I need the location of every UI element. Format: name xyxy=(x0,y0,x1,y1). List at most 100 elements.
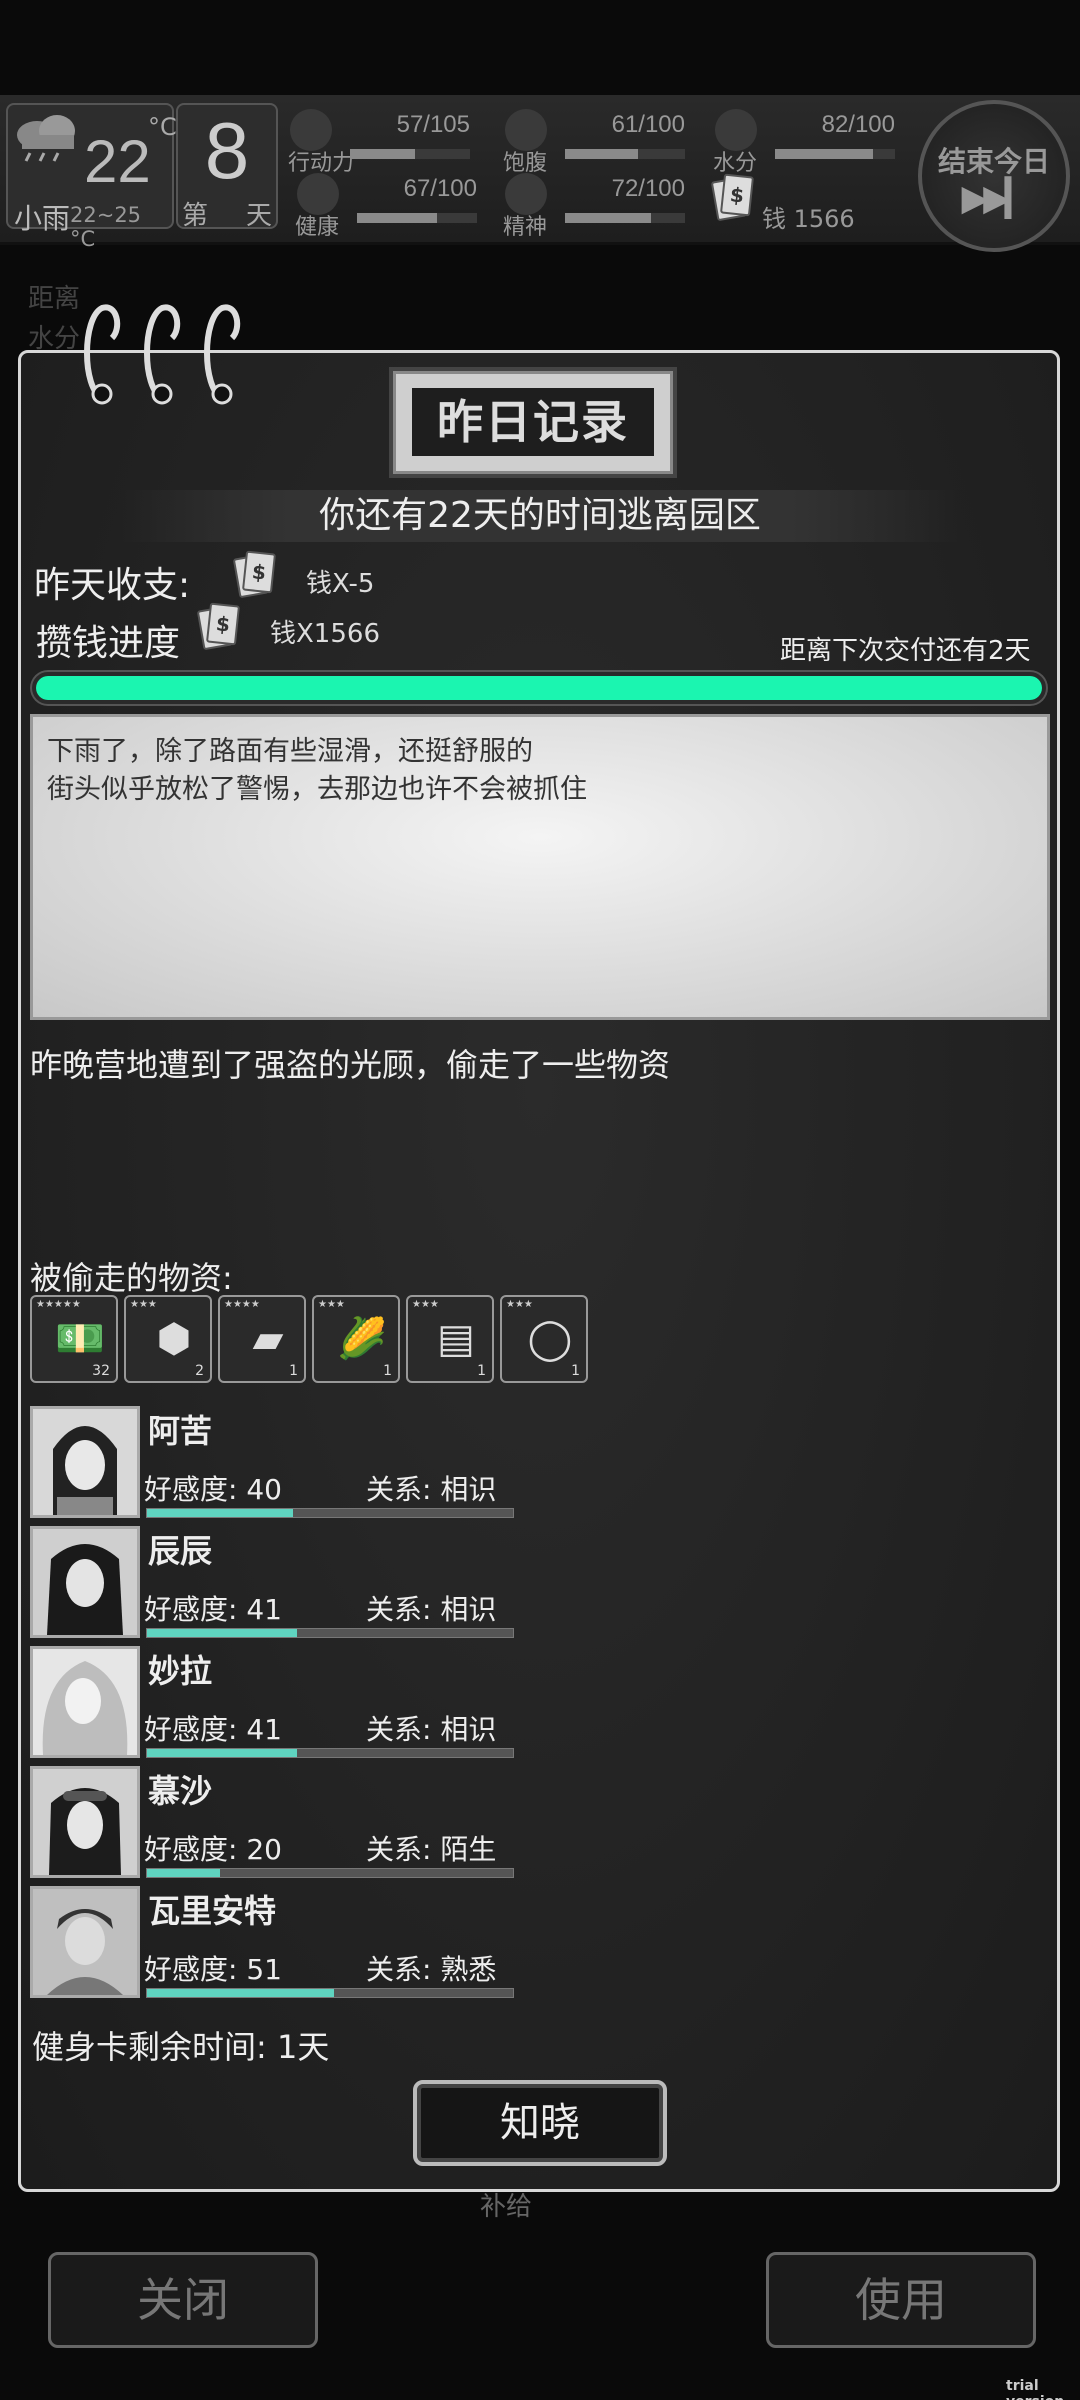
stolen-item-ring[interactable]: ★★★ ◯ 1 xyxy=(500,1295,588,1383)
item-quantity: 32 xyxy=(92,1363,110,1379)
temperature: 22 xyxy=(84,128,151,195)
day-counter: 8 第 天 xyxy=(176,103,278,231)
stat-bar xyxy=(775,149,895,159)
stat-value: 72/100 xyxy=(611,175,685,202)
savings-label: 攒钱进度 xyxy=(36,623,181,664)
favor-bar xyxy=(146,1508,514,1518)
day-suffix: 天 xyxy=(245,201,272,231)
npc-portrait xyxy=(30,1766,140,1878)
item-quantity: 1 xyxy=(289,1363,298,1379)
day-prefix: 第 xyxy=(182,201,209,231)
ring-icon: ◯ xyxy=(527,1316,573,1362)
npc-row[interactable]: 瓦里安特 好感度: 51 关系: 熟悉 xyxy=(30,1886,520,2000)
cash-icon: $ xyxy=(232,550,277,599)
temperature-range: 22~25 °C xyxy=(70,203,142,251)
item-quantity: 1 xyxy=(383,1363,392,1379)
item-quantity: 1 xyxy=(571,1363,580,1379)
npc-row[interactable]: 阿苦 好感度: 40 关系: 相识 xyxy=(30,1406,520,1520)
item-quantity: 1 xyxy=(477,1363,486,1379)
ticket-icon: ▤ xyxy=(437,1316,475,1362)
ore-icon: ⬢ xyxy=(156,1316,192,1362)
npc-name: 阿苦 xyxy=(148,1412,213,1450)
stat-health: 健康 67/100 xyxy=(295,173,477,240)
cash-icon: 💵 xyxy=(55,1316,105,1362)
npc-row[interactable]: 辰辰 好感度: 41 关系: 相识 xyxy=(30,1526,520,1640)
stat-value: 67/100 xyxy=(403,175,477,202)
npc-portrait xyxy=(30,1406,140,1518)
end-day-label: 结束今日 xyxy=(937,145,1050,178)
metal-bar-icon: ▰ xyxy=(252,1316,284,1362)
npc-favor: 好感度: 20 xyxy=(144,1833,282,1866)
npc-row[interactable]: 妙拉 好感度: 41 关系: 相识 xyxy=(30,1646,520,1760)
savings-progress-bar xyxy=(32,672,1046,704)
stolen-item-ticket[interactable]: ★★★ ▤ 1 xyxy=(406,1295,494,1383)
favor-bar xyxy=(146,1868,514,1878)
npc-portrait xyxy=(30,1526,140,1638)
rain-cloud-icon xyxy=(17,115,75,162)
npc-relation: 关系: 陌生 xyxy=(366,1833,497,1866)
cash-icon: $ xyxy=(196,602,241,651)
event-message: 昨晚营地遭到了强盗的光顾，偷走了一些物资 xyxy=(30,1046,671,1084)
stat-stamina: 行动力 57/105 xyxy=(288,109,470,176)
npc-relation: 关系: 相识 xyxy=(366,1473,497,1506)
dialog-title-plate: 昨日记录 xyxy=(393,371,673,474)
stat-label: 健康 xyxy=(295,215,340,240)
income-label: 昨天收支: xyxy=(34,565,191,606)
stat-value: 61/100 xyxy=(611,111,685,138)
use-button[interactable]: 使用 xyxy=(766,2252,1036,2348)
cash-icon: $ xyxy=(710,173,755,222)
diary-note: 下雨了，除了路面有些湿滑，还挺舒服的 街头似乎放松了警惕，去那边也许不会被抓住 xyxy=(30,714,1050,1020)
day-number: 8 xyxy=(204,106,250,195)
gym-card-remaining: 健身卡剩余时间: 1天 xyxy=(32,2028,330,2066)
acknowledge-button[interactable]: 知晓 xyxy=(413,2080,667,2166)
temperature-unit: °C xyxy=(148,113,177,141)
note-line: 街头似乎放松了警惕，去那边也许不会被抓住 xyxy=(47,774,587,805)
escape-notice: 你还有22天的时间逃离园区 xyxy=(120,490,960,542)
npc-relation: 关系: 相识 xyxy=(366,1593,497,1626)
stolen-item-cash[interactable]: ★★★★★ 💵 32 xyxy=(30,1295,118,1383)
stat-label: 水分 xyxy=(713,151,758,176)
stolen-items-label: 被偷走的物资: xyxy=(30,1259,233,1297)
npc-name: 慕沙 xyxy=(148,1772,213,1810)
trial-watermark: trial version xyxy=(1006,2378,1064,2400)
stolen-item-ore[interactable]: ★★★ ⬢ 2 xyxy=(124,1295,212,1383)
stat-water: 水分 82/100 xyxy=(713,109,895,176)
npc-favor: 好感度: 40 xyxy=(144,1473,282,1506)
close-button[interactable]: 关闭 xyxy=(48,2252,318,2348)
stolen-item-corn[interactable]: ★★★ 🌽 1 xyxy=(312,1295,400,1383)
stat-value: 82/100 xyxy=(821,111,895,138)
stat-bar xyxy=(565,149,685,159)
stat-value: 57/105 xyxy=(396,111,470,138)
npc-portrait xyxy=(30,1646,140,1758)
fast-forward-icon: ▶▶▎ xyxy=(961,178,1032,219)
npc-favor: 好感度: 41 xyxy=(144,1713,282,1746)
npc-favor: 好感度: 41 xyxy=(144,1593,282,1626)
dialog-title: 昨日记录 xyxy=(412,388,654,456)
stat-bar xyxy=(350,149,470,159)
stat-bar xyxy=(357,213,477,223)
savings-progress-fill xyxy=(36,676,1042,700)
npc-relation: 关系: 熟悉 xyxy=(366,1953,497,1986)
binder-rings-icon xyxy=(84,304,241,405)
corn-icon: 🌽 xyxy=(337,1316,387,1362)
favor-bar xyxy=(146,1748,514,1758)
favor-bar xyxy=(146,1988,514,1998)
end-day-button[interactable]: 结束今日 ▶▶▎ xyxy=(918,100,1070,252)
npc-name: 辰辰 xyxy=(148,1532,213,1570)
npc-row[interactable]: 慕沙 好感度: 20 关系: 陌生 xyxy=(30,1766,520,1880)
weather-label: 小雨 xyxy=(14,202,71,235)
npc-name: 瓦里安特 xyxy=(148,1892,277,1930)
supply-label: 补给 xyxy=(480,2192,533,2222)
stat-label: 精神 xyxy=(503,215,548,240)
npc-portrait xyxy=(30,1886,140,1998)
item-quantity: 2 xyxy=(195,1363,204,1379)
money-value: 钱 1566 xyxy=(762,205,855,233)
stolen-item-metal-bar[interactable]: ★★★★ ▰ 1 xyxy=(218,1295,306,1383)
note-line: 下雨了，除了路面有些湿滑，还挺舒服的 xyxy=(47,736,533,767)
stat-satiety: 饱腹 61/100 xyxy=(503,109,685,176)
savings-value: 钱X1566 xyxy=(270,619,380,649)
stat-spirit: 精神 72/100 xyxy=(503,173,685,240)
npc-favor: 好感度: 51 xyxy=(144,1953,282,1986)
weather-panel: 22 °C 小雨 22~25 °C xyxy=(6,103,177,251)
income-value: 钱X-5 xyxy=(306,569,375,599)
